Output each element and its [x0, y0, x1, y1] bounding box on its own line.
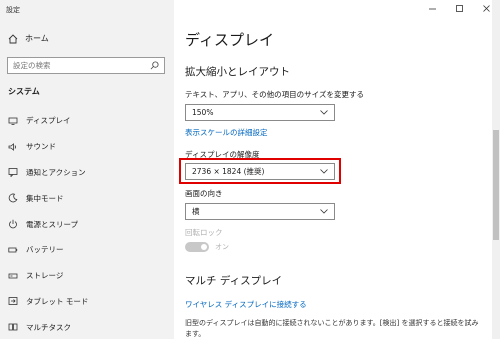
rotation-lock-label: 回転ロック: [185, 228, 223, 237]
sidebar-item-label: バッテリー: [26, 245, 64, 255]
sidebar-item-multitask[interactable]: マルチタスク: [0, 314, 174, 340]
battery-icon: [8, 247, 18, 253]
sidebar-item-notifications[interactable]: 通知とアクション: [0, 160, 174, 186]
window-title: 設定: [6, 6, 20, 14]
sidebar-nav: ディスプレイ サウンド 通知とアクション 集中モード 電源とスリープ バッテリー…: [0, 108, 174, 340]
chevron-down-icon: [320, 110, 328, 115]
speaker-icon: [8, 142, 16, 151]
page-title: ディスプレイ: [185, 31, 274, 49]
maximize-icon: [456, 4, 463, 12]
chevron-down-icon: [320, 169, 328, 174]
main-content: ディスプレイ 拡大縮小とレイアウト テキスト、アプリ、その他の項目のサイズを変更…: [174, 0, 500, 339]
sidebar-item-label: ディスプレイ: [26, 116, 71, 126]
chevron-down-icon: [320, 209, 328, 214]
sidebar-item-label: サウンド: [26, 142, 56, 152]
sidebar: 設定 ホーム システム ディスプレイ サウンド 通知とアクション 集中モード 電…: [0, 0, 174, 339]
sidebar-item-sound[interactable]: サウンド: [0, 134, 174, 160]
sidebar-item-display[interactable]: ディスプレイ: [0, 108, 174, 134]
storage-icon: [8, 273, 18, 279]
search-input[interactable]: [13, 61, 133, 70]
window-controls: [419, 0, 500, 16]
search-icon[interactable]: [150, 61, 159, 70]
wireless-display-link[interactable]: ワイヤレス ディスプレイに接続する: [185, 299, 307, 310]
power-icon: [9, 219, 17, 229]
rotation-lock-state: オン: [215, 243, 229, 251]
sidebar-item-label: タブレット モード: [26, 296, 89, 306]
advanced-scale-link[interactable]: 表示スケールの詳細設定: [185, 127, 268, 138]
close-icon: [483, 4, 490, 12]
scrollbar-thumb[interactable]: [493, 130, 499, 240]
sidebar-item-label: 通知とアクション: [26, 167, 86, 177]
scrollbar[interactable]: [492, 0, 500, 339]
sidebar-item-battery[interactable]: バッテリー: [0, 237, 174, 263]
sidebar-item-label: 集中モード: [26, 193, 64, 203]
rotation-lock-toggle: [185, 242, 209, 252]
rotation-lock-row: オン: [185, 242, 229, 252]
sidebar-item-tablet[interactable]: タブレット モード: [0, 289, 174, 315]
minimize-icon: [429, 8, 436, 9]
home-label: ホーム: [25, 34, 49, 43]
multitask-icon: [8, 323, 18, 331]
sidebar-item-label: ストレージ: [26, 271, 64, 281]
scale-dropdown[interactable]: 150%: [185, 104, 335, 121]
scale-layout-heading: 拡大縮小とレイアウト: [185, 66, 290, 78]
sidebar-item-power[interactable]: 電源とスリープ: [0, 211, 174, 237]
home-link[interactable]: ホーム: [8, 33, 49, 44]
multi-display-heading: マルチ ディスプレイ: [185, 275, 283, 287]
scale-value: 150%: [192, 108, 214, 117]
sidebar-item-storage[interactable]: ストレージ: [0, 263, 174, 289]
search-box[interactable]: [7, 57, 165, 74]
display-icon: [8, 117, 18, 125]
notification-icon: [8, 168, 18, 178]
sidebar-item-label: 電源とスリープ: [26, 219, 79, 229]
multi-display-description: 旧型のディスプレイは自動的に接続されないことがあります。[検出] を選択すると接…: [185, 319, 479, 338]
moon-icon: [8, 193, 18, 203]
orientation-label: 画面の向き: [185, 189, 223, 198]
tablet-icon: [8, 297, 18, 306]
section-header: システム: [8, 87, 40, 96]
resolution-dropdown[interactable]: 2736 × 1824 (推奨): [185, 163, 335, 180]
resolution-value: 2736 × 1824 (推奨): [192, 167, 265, 176]
home-icon: [8, 33, 18, 43]
minimize-button[interactable]: [419, 0, 446, 16]
orientation-dropdown[interactable]: 横: [185, 203, 335, 220]
orientation-value: 横: [192, 207, 200, 216]
sidebar-item-label: マルチタスク: [26, 322, 71, 332]
text-size-label: テキスト、アプリ、その他の項目のサイズを変更する: [185, 90, 364, 99]
maximize-button[interactable]: [446, 0, 473, 16]
sidebar-item-focus[interactable]: 集中モード: [0, 185, 174, 211]
toggle-knob: [201, 244, 207, 250]
